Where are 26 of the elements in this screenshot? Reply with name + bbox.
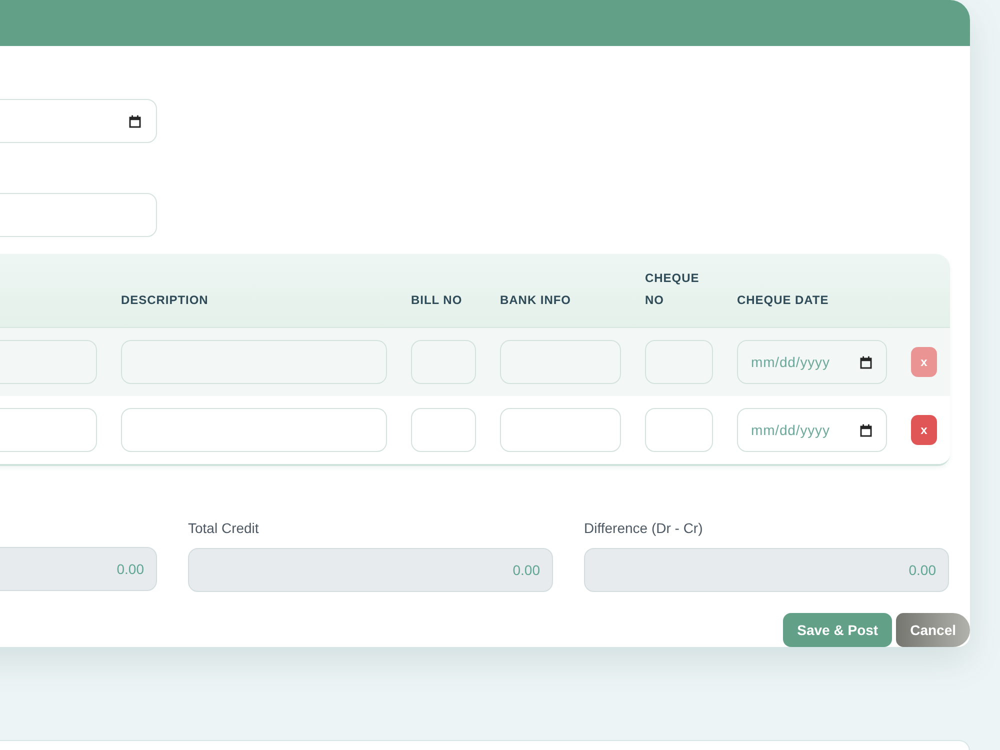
calendar-icon[interactable] <box>860 424 872 437</box>
bank-info-field[interactable] <box>500 340 621 384</box>
description-field[interactable] <box>121 408 387 452</box>
save-post-button[interactable]: Save & Post <box>783 613 892 647</box>
total-field: 0.00 <box>0 547 157 591</box>
column-header: CHEQUE NO <box>645 270 700 309</box>
total-field: 0.00 <box>584 548 949 592</box>
cheque-no-field[interactable] <box>645 340 713 384</box>
calendar-icon[interactable] <box>860 356 872 369</box>
column-header: BANK INFO <box>500 292 571 309</box>
remove-button[interactable]: x <box>911 415 937 445</box>
bank-info-field[interactable] <box>500 408 621 452</box>
field-label: Difference (Dr - Cr) <box>584 519 703 538</box>
total-field: 0.00 <box>188 548 553 592</box>
cancel-button[interactable]: Cancel <box>896 613 970 647</box>
cheque-no-field[interactable] <box>645 408 713 452</box>
cheque-date-field[interactable]: mm/dd/yyyy <box>737 408 887 452</box>
column-header: BILL NO <box>411 292 462 309</box>
description-field[interactable] <box>121 340 387 384</box>
column-header: DESCRIPTION <box>121 292 208 309</box>
bill-no-field[interactable] <box>411 340 476 384</box>
calendar-icon[interactable] <box>129 115 141 128</box>
cheque-date-field[interactable]: mm/dd/yyyy <box>737 340 887 384</box>
bill-no-field[interactable] <box>411 408 476 452</box>
field-label: Total Credit <box>188 519 259 538</box>
column-header: CHEQUE DATE <box>737 292 829 309</box>
